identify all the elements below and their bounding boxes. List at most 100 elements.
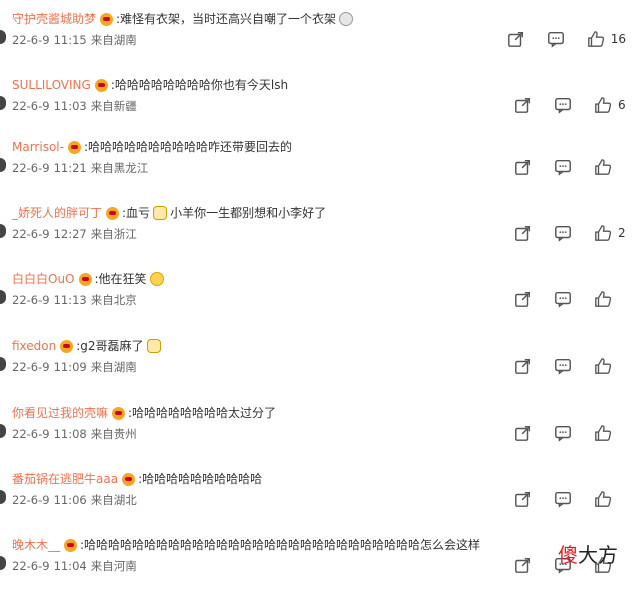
avatar xyxy=(0,290,6,304)
comment-username[interactable]: 番茄锅在逃肥牛aaa xyxy=(12,470,118,488)
avatar xyxy=(0,556,6,570)
comment-time: 11:03 xyxy=(53,99,87,113)
grin-face-emoji-icon xyxy=(339,12,354,26)
comment-line: SULLILOVING:哈哈哈哈哈哈哈哈你也有今天lsh xyxy=(12,76,288,94)
share-icon[interactable] xyxy=(512,288,534,310)
like-count: 2 xyxy=(618,226,626,240)
comment-text: :血亏 xyxy=(122,206,151,220)
comment-item: 守护壳酱城助梦 :难怪有衣架，当时还高兴自嘲了一个衣架 22-6-9 11:15 来自湖… xyxy=(0,6,640,72)
comment-time: 11:08 xyxy=(53,427,87,441)
comment-meta: 22-6-9 11:15 来自湖南 xyxy=(12,32,141,48)
comment-location: 来自贵州 xyxy=(90,427,137,441)
share-icon[interactable] xyxy=(512,94,534,116)
share-icon[interactable] xyxy=(512,488,534,510)
comment-icon[interactable] xyxy=(552,94,574,116)
comment-username[interactable]: Marrisol- xyxy=(12,138,64,156)
thumbs-up-icon[interactable] xyxy=(592,288,614,310)
share-icon[interactable] xyxy=(512,554,534,576)
panda-face-emoji-icon xyxy=(146,339,161,353)
comment-line: _娇死人的胖可丁 :血亏 小羊你一生都别想和小李好了 xyxy=(12,204,326,222)
comment-actions xyxy=(494,288,626,310)
comment-date: 22-6-9 xyxy=(12,493,50,507)
comment-time: 11:21 xyxy=(53,161,87,175)
comment-location: 来自北京 xyxy=(90,293,137,307)
thumbs-up-icon[interactable] xyxy=(592,222,614,244)
fan-badge-icon xyxy=(94,78,108,92)
comment-date: 22-6-9 xyxy=(12,427,50,441)
avatar xyxy=(0,96,6,110)
comment-date: 22-6-9 xyxy=(12,161,50,175)
comment-icon[interactable] xyxy=(552,222,574,244)
comment-icon[interactable] xyxy=(552,488,574,510)
comment-text: :哈哈哈哈哈哈哈哈哈哈哈哈哈哈哈哈哈哈哈哈哈哈哈哈哈哈哈哈怎么会这样 xyxy=(80,538,481,552)
comment-meta: 22-6-9 11:13 来自北京 xyxy=(12,292,141,308)
fan-badge-icon xyxy=(67,140,81,154)
comment-username[interactable]: 守护壳酱城助梦 xyxy=(12,10,96,28)
comment-location: 来自河南 xyxy=(90,559,137,573)
comment-icon[interactable] xyxy=(552,156,574,178)
comment-username[interactable]: 你看见过我的壳嘛 xyxy=(12,404,108,422)
comment-icon[interactable] xyxy=(552,422,574,444)
comment-actions: 16 xyxy=(487,28,626,50)
comment-icon[interactable] xyxy=(552,288,574,310)
fan-badge-icon xyxy=(100,12,114,26)
thumbs-up-icon[interactable] xyxy=(592,355,614,377)
comment-time: 11:04 xyxy=(53,559,87,573)
comment-time: 11:15 xyxy=(53,33,87,47)
share-icon[interactable] xyxy=(512,355,534,377)
share-icon[interactable] xyxy=(512,222,534,244)
like-count: 16 xyxy=(610,32,626,46)
comment-icon[interactable] xyxy=(552,355,574,377)
thumbs-up-icon[interactable] xyxy=(592,488,614,510)
watermark-part2: 大方 xyxy=(578,543,618,567)
comment-item: 晚木木__ :哈哈哈哈哈哈哈哈哈哈哈哈哈哈哈哈哈哈哈哈哈哈哈哈哈哈哈哈怎么会这样 2… xyxy=(0,532,640,592)
watermark: 傻大方 xyxy=(558,544,618,566)
comment-username[interactable]: SULLILOVING xyxy=(12,76,91,94)
comment-line: fixedon:g2哥磊麻了 xyxy=(12,337,164,355)
comment-location: 来自湖南 xyxy=(90,33,137,47)
comment-username[interactable]: _娇死人的胖可丁 xyxy=(12,204,102,222)
comment-line: 守护壳酱城助梦 :难怪有衣架，当时还高兴自嘲了一个衣架 xyxy=(12,10,356,28)
comment-date: 22-6-9 xyxy=(12,559,50,573)
fan-badge-icon xyxy=(112,406,126,420)
comment-line: Marrisol- :哈哈哈哈哈哈哈哈哈哈咋还带要回去的 xyxy=(12,138,292,156)
fan-badge-icon xyxy=(64,538,78,552)
comment-date: 22-6-9 xyxy=(12,293,50,307)
comment-meta: 22-6-9 11:09 来自湖南 xyxy=(12,359,141,375)
comment-item: _娇死人的胖可丁:血亏 小羊你一生都别想和小李好了 22-6-9 12:27 来自浙江 2 xyxy=(0,200,640,266)
comment-item: fixedon:g2哥磊麻了 22-6-9 11:09 来自湖南 xyxy=(0,333,640,399)
comment-line: 你看见过我的壳嘛:哈哈哈哈哈哈哈哈太过分了 xyxy=(12,404,276,422)
comment-item: SULLILOVING:哈哈哈哈哈哈哈哈你也有今天lsh 22-6-9 11:03 来… xyxy=(0,72,640,138)
comment-date: 22-6-9 xyxy=(12,360,50,374)
comment-line: 白白白OuO:他在狂笑 xyxy=(12,270,167,288)
fan-badge-icon xyxy=(78,272,92,286)
avatar xyxy=(0,490,6,504)
comment-text: :哈哈哈哈哈哈哈哈哈哈咋还带要回去的 xyxy=(83,140,293,154)
thumbs-up-icon[interactable] xyxy=(585,28,607,50)
comment-actions xyxy=(494,488,626,510)
thumbs-up-icon[interactable] xyxy=(592,94,614,116)
comment-item: 番茄锅在逃肥牛aaa:哈哈哈哈哈哈哈哈哈哈 22-6-9 11:06 来自湖北 xyxy=(0,466,640,532)
comment-time: 12:27 xyxy=(53,227,87,241)
thumbs-up-icon[interactable] xyxy=(592,422,614,444)
comment-actions xyxy=(494,355,626,377)
avatar xyxy=(0,158,6,172)
share-icon[interactable] xyxy=(512,156,534,178)
comment-username[interactable]: 晚木木__ xyxy=(12,536,60,554)
avatar xyxy=(0,224,6,238)
comment-time: 11:13 xyxy=(53,293,87,307)
fan-badge-icon xyxy=(60,339,74,353)
comment-username[interactable]: fixedon xyxy=(12,337,56,355)
comment-location: 来自黑龙江 xyxy=(90,161,149,175)
comment-text-continued: 小羊你一生都别想和小李好了 xyxy=(170,206,327,220)
comment-text: :难怪有衣架，当时还高兴自嘲了一个衣架 xyxy=(116,12,337,26)
watermark-part1: 傻 xyxy=(558,543,578,567)
laughing-face-emoji-icon xyxy=(149,272,164,286)
comment-meta: 22-6-9 11:03 来自新疆 xyxy=(12,98,141,114)
comment-actions: 2 xyxy=(494,222,626,244)
comment-username[interactable]: 白白白OuO xyxy=(12,270,75,288)
share-icon[interactable] xyxy=(505,28,527,50)
comment-icon[interactable] xyxy=(545,28,567,50)
thumbs-up-icon[interactable] xyxy=(592,156,614,178)
share-icon[interactable] xyxy=(512,422,534,444)
